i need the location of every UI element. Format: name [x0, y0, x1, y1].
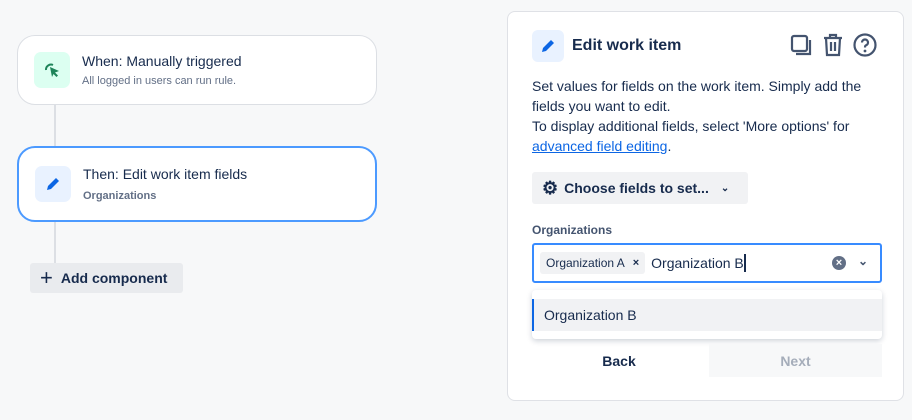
edit-panel: Edit work item Set values for fields on … [507, 11, 904, 401]
plus-icon: + [40, 265, 53, 290]
gear-icon: ⚙ [542, 177, 559, 198]
trigger-subtitle: All logged in users can run rule. [82, 75, 237, 87]
panel-description: Set values for fields on the work item. … [532, 76, 892, 156]
desc-line-1: Set values for fields on the work item. … [532, 78, 862, 114]
search-input[interactable]: Organization B [651, 254, 746, 272]
connector-line [54, 105, 56, 147]
choose-fields-button[interactable]: ⚙ Choose fields to set... ⌄ [532, 172, 748, 204]
add-component-label: Add component [60, 270, 168, 286]
next-button[interactable]: Next [709, 344, 882, 377]
action-subtitle: Organizations [83, 190, 157, 202]
cursor-click-icon [34, 52, 70, 88]
chevron-down-icon: ⌄ [720, 182, 730, 194]
help-icon[interactable] [853, 33, 877, 62]
action-title: Then: Edit work item fields [83, 166, 248, 182]
choose-fields-label: Choose fields to set... [564, 180, 709, 196]
add-component-button[interactable]: + Add component [30, 263, 183, 293]
advanced-field-editing-link[interactable]: advanced field editing [532, 138, 667, 154]
tag-label: Organization A [546, 256, 625, 270]
remove-tag-icon[interactable]: × [633, 257, 639, 269]
desc-end: . [667, 138, 672, 154]
panel-title: Edit work item [572, 37, 682, 54]
action-card[interactable]: Then: Edit work item fields Organization… [17, 146, 377, 222]
pencil-icon [532, 30, 564, 62]
connector-line [54, 221, 56, 265]
clear-icon[interactable]: × [832, 256, 846, 270]
selected-tag: Organization A × [540, 252, 646, 274]
duplicate-icon[interactable] [790, 34, 812, 61]
organizations-select[interactable]: Organization A × Organization B × ⌄ [532, 243, 882, 283]
pencil-icon [35, 166, 71, 202]
desc-line-2: To display additional fields, select 'Mo… [532, 118, 850, 134]
trash-icon[interactable] [822, 33, 844, 62]
back-button[interactable]: Back [532, 344, 706, 377]
option-item[interactable]: Organization B [532, 299, 882, 331]
field-label: Organizations [532, 223, 613, 237]
options-menu: Organization B [532, 290, 882, 339]
trigger-card[interactable]: When: Manually triggered All logged in u… [17, 35, 377, 105]
trigger-title: When: Manually triggered [82, 53, 242, 69]
chevron-down-icon[interactable]: ⌄ [858, 254, 868, 268]
